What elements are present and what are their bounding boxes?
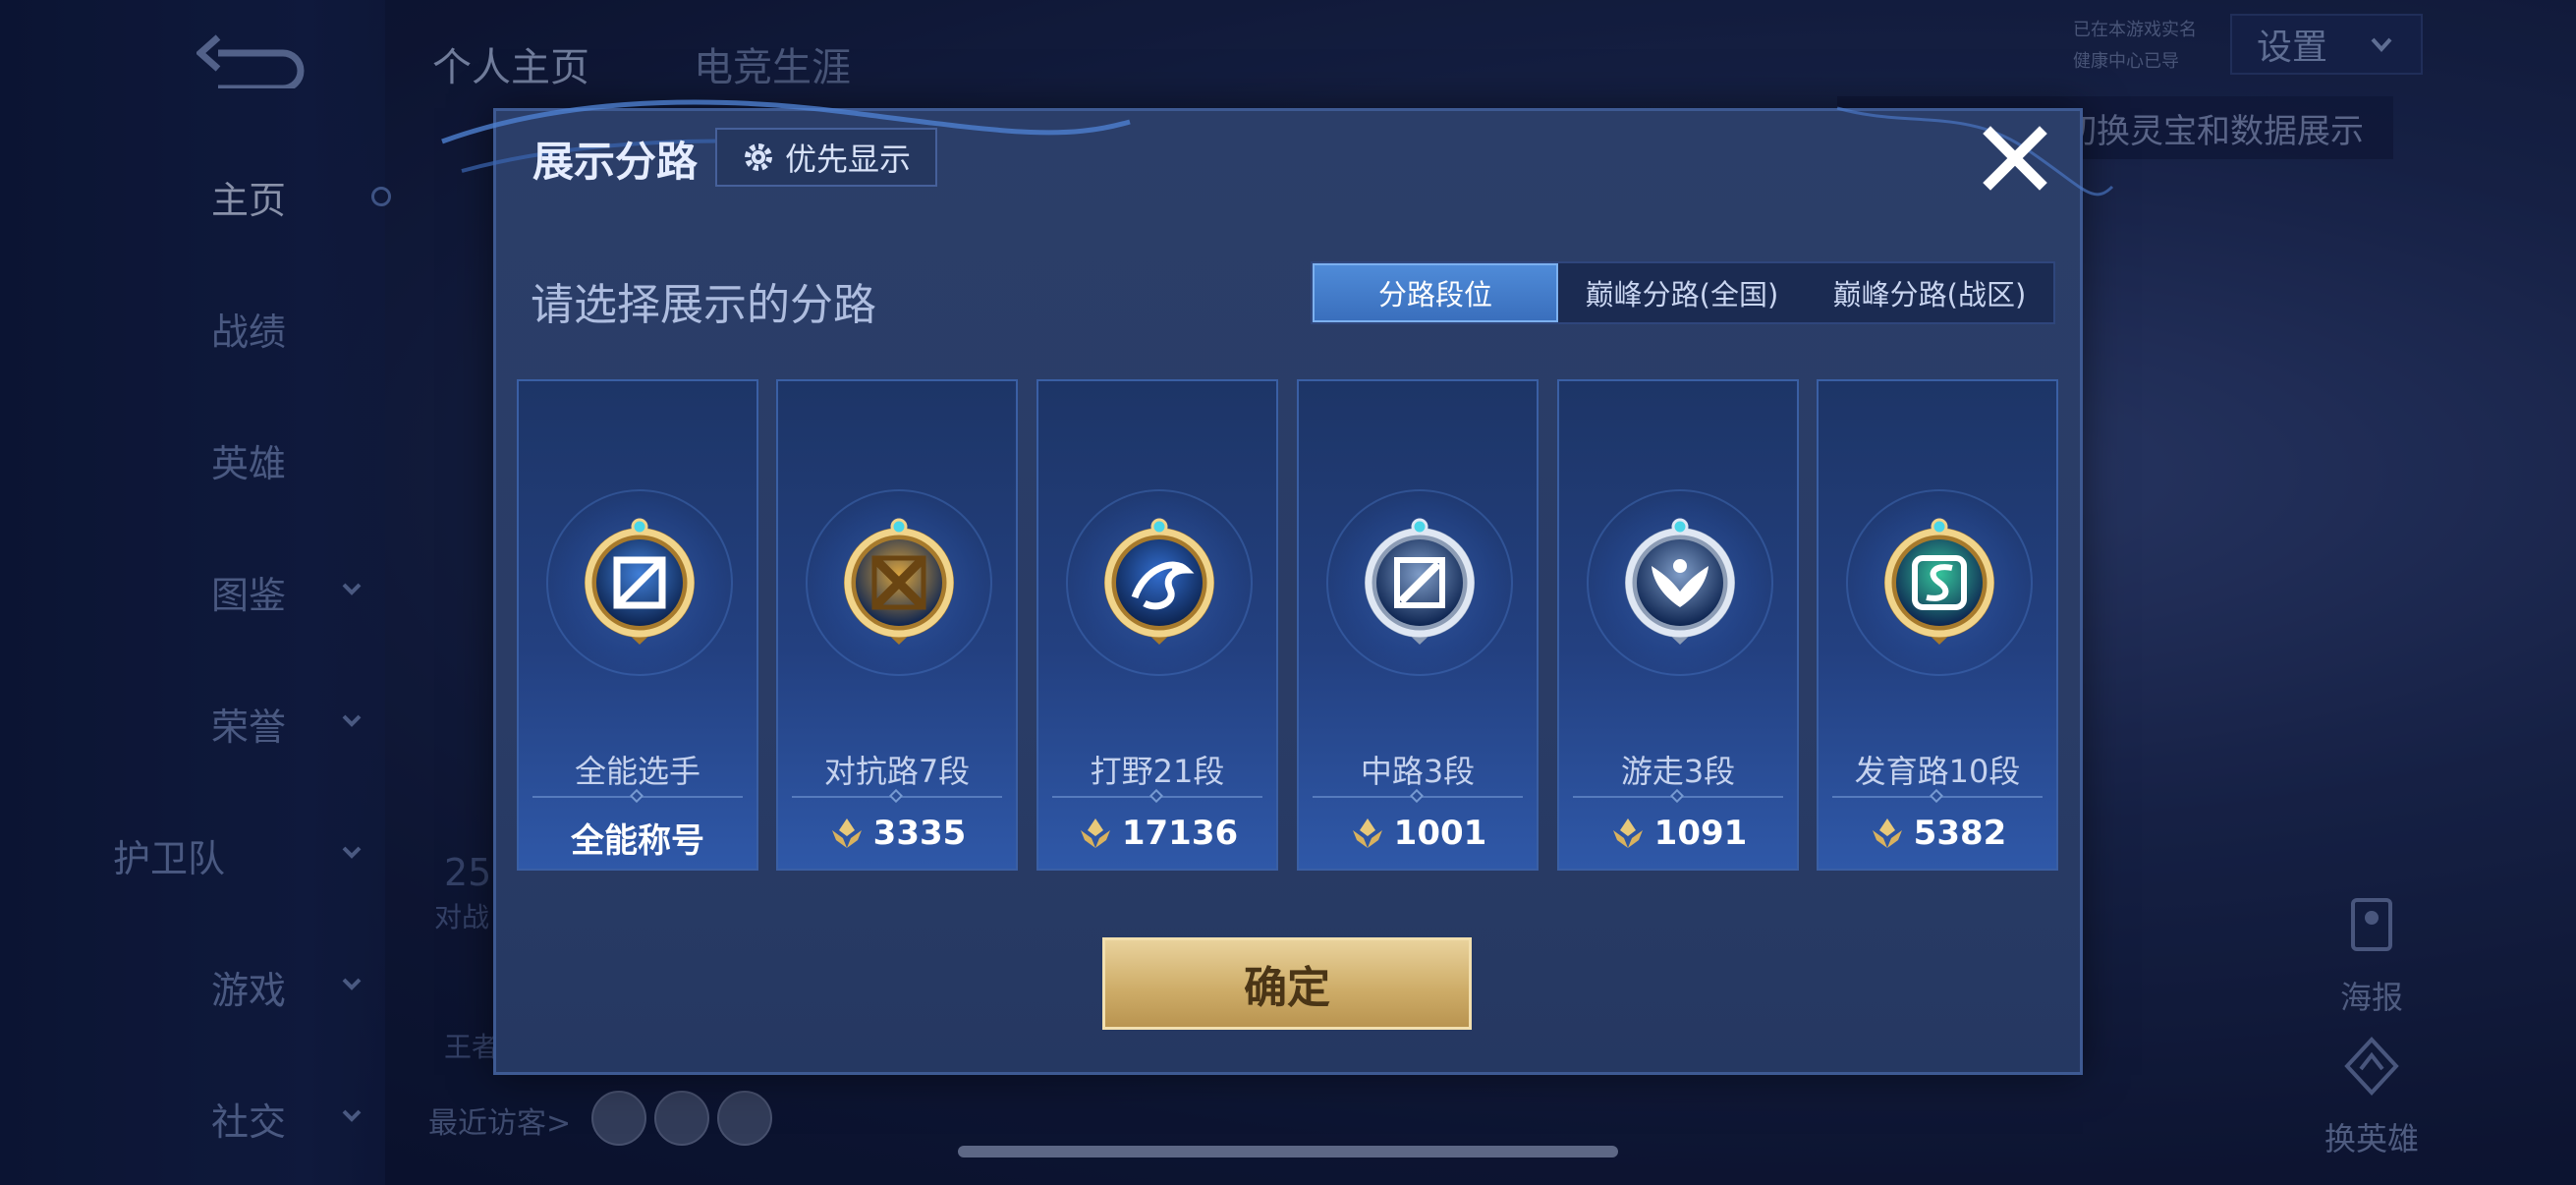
priority-display-label: 优先显示	[784, 141, 911, 178]
home-indicator[interactable]	[958, 1146, 1618, 1157]
lane-score-value: 17136	[1121, 814, 1239, 853]
gear-icon	[744, 143, 772, 171]
lane-score: 1091	[1559, 814, 1797, 853]
confirm-button[interactable]: 确定	[1102, 937, 1472, 1030]
lane-name: 发育路10段	[1854, 753, 2021, 790]
lane-score-value: 3335	[872, 814, 967, 853]
rank-points-icon	[1872, 818, 1902, 848]
lane-score: 17136	[1038, 814, 1276, 853]
mid-lane-badge-icon	[1365, 518, 1475, 645]
card-divider	[1573, 796, 1783, 798]
lane-name: 中路3段	[1360, 753, 1476, 790]
card-divider	[1313, 796, 1523, 798]
lane-score: 1001	[1299, 814, 1537, 853]
dialog-title: 展示分路	[532, 138, 699, 186]
rank-points-icon	[831, 818, 862, 848]
roam-wings-badge-icon	[1625, 518, 1735, 645]
lane-card-clash-lane[interactable]: 对抗路7段 3335	[776, 379, 1018, 871]
card-divider	[532, 796, 743, 798]
lane-card-roam[interactable]: 游走3段 1091	[1557, 379, 1799, 871]
lane-name: 打野21段	[1090, 753, 1225, 790]
lane-type-segmented-control: 分路段位 巅峰分路(全国) 巅峰分路(战区)	[1311, 261, 2055, 324]
card-divider	[1832, 796, 2043, 798]
lane-name: 游走3段	[1620, 753, 1736, 790]
lane-card-all-round[interactable]: 全能选手 全能称号	[517, 379, 758, 871]
rank-points-icon	[1352, 818, 1382, 848]
card-divider	[1052, 796, 1262, 798]
lane-card-jungle[interactable]: 打野21段 17136	[1036, 379, 1278, 871]
lane-score-value: 全能称号	[571, 821, 704, 861]
lane-score: 全能称号	[519, 814, 756, 862]
clash-lane-badge-icon	[844, 518, 954, 645]
lane-score: 5382	[1819, 814, 2056, 853]
lane-score: 3335	[778, 814, 1016, 853]
farm-lane-badge-icon	[1884, 518, 1994, 645]
lane-name: 全能选手	[574, 753, 700, 790]
segment-lane-rank[interactable]: 分路段位	[1313, 263, 1558, 322]
segment-peak-national[interactable]: 巅峰分路(全国)	[1558, 263, 1806, 322]
rank-points-icon	[1080, 818, 1110, 848]
lane-card-mid-lane[interactable]: 中路3段 1001	[1297, 379, 1539, 871]
priority-display-button[interactable]: 优先显示	[715, 128, 937, 187]
select-prompt: 请选择展示的分路	[531, 280, 876, 330]
lane-score-value: 1091	[1653, 814, 1748, 853]
jungle-dragon-badge-icon	[1104, 518, 1214, 645]
all-round-badge-icon	[585, 518, 695, 645]
lane-score-value: 5382	[1913, 814, 2007, 853]
close-icon[interactable]	[1983, 126, 2047, 191]
card-divider	[792, 796, 1002, 798]
rank-points-icon	[1612, 818, 1643, 848]
corner-swirl-decoration	[1836, 106, 2114, 197]
lane-score-value: 1001	[1393, 814, 1487, 853]
segment-peak-region[interactable]: 巅峰分路(战区)	[1806, 263, 2053, 322]
confirm-label: 确定	[1244, 963, 1330, 1013]
lane-card-farm-lane[interactable]: 发育路10段 5382	[1817, 379, 2058, 871]
lane-name: 对抗路7段	[823, 753, 971, 790]
